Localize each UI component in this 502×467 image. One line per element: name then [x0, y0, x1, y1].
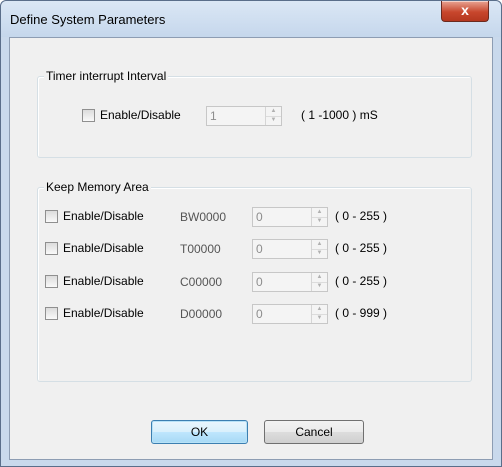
timer-enable-checkbox[interactable]: [82, 109, 95, 122]
spin-down-icon[interactable]: ▼: [266, 116, 281, 125]
c-enable-label: Enable/Disable: [63, 274, 144, 288]
t-range-label: ( 0 - 255 ): [335, 241, 388, 255]
bw-address-label: BW0000: [180, 210, 227, 224]
c-value: 0: [256, 275, 263, 289]
dialog-window: Define System Parameters x Timer interru…: [0, 0, 502, 467]
timer-interval-value: 1: [210, 109, 217, 123]
spin-down-icon[interactable]: ▼: [312, 217, 327, 226]
close-icon: x: [461, 2, 469, 18]
spin-down-icon[interactable]: ▼: [312, 314, 327, 323]
cancel-button[interactable]: Cancel: [264, 420, 364, 444]
d-address-label: D00000: [180, 307, 223, 321]
keep-memory-group: Keep Memory Area Enable/Disable BW0000 0…: [37, 180, 472, 382]
t-enable-checkbox[interactable]: [45, 242, 58, 255]
c-address-label: C00000: [180, 275, 223, 289]
memory-group-legend: Keep Memory Area: [44, 180, 151, 194]
memory-row-t: Enable/Disable T00000 0 ▲ ▼ ( 0 - 255 ): [45, 239, 465, 259]
timer-row: Enable/Disable 1 ▲ ▼ ( 1 -1000 ) mS: [82, 106, 462, 126]
c-enable-checkbox[interactable]: [45, 275, 58, 288]
spin-down-icon[interactable]: ▼: [312, 249, 327, 258]
bw-enable-checkbox[interactable]: [45, 210, 58, 223]
c-range-label: ( 0 - 255 ): [335, 274, 388, 288]
t-address-label: T00000: [180, 242, 221, 256]
t-value: 0: [256, 242, 263, 256]
timer-interval-spinbox[interactable]: 1 ▲ ▼: [206, 106, 282, 126]
dialog-body: Timer interrupt Interval Enable/Disable …: [9, 37, 493, 460]
timer-group-legend: Timer interrupt Interval: [44, 69, 169, 83]
bw-value: 0: [256, 210, 263, 224]
memory-row-d: Enable/Disable D00000 0 ▲ ▼ ( 0 - 999 ): [45, 304, 465, 324]
bw-enable-label: Enable/Disable: [63, 209, 144, 223]
timer-enable-label: Enable/Disable: [100, 108, 181, 122]
window-title: Define System Parameters: [10, 12, 166, 27]
timer-interrupt-group: Timer interrupt Interval Enable/Disable …: [37, 69, 472, 158]
t-value-spinbox[interactable]: 0 ▲ ▼: [252, 239, 328, 259]
d-value-spinbox[interactable]: 0 ▲ ▼: [252, 304, 328, 324]
d-value: 0: [256, 307, 263, 321]
c-value-spinbox[interactable]: 0 ▲ ▼: [252, 272, 328, 292]
d-enable-label: Enable/Disable: [63, 306, 144, 320]
close-button[interactable]: x: [441, 1, 489, 22]
d-range-label: ( 0 - 999 ): [335, 306, 388, 320]
ok-button[interactable]: OK: [151, 420, 248, 444]
title-bar[interactable]: Define System Parameters x: [1, 1, 501, 37]
t-enable-label: Enable/Disable: [63, 241, 144, 255]
spin-down-icon[interactable]: ▼: [312, 282, 327, 291]
timer-range-label: ( 1 -1000 ) mS: [301, 108, 378, 122]
d-enable-checkbox[interactable]: [45, 307, 58, 320]
bw-range-label: ( 0 - 255 ): [335, 209, 388, 223]
memory-row-c: Enable/Disable C00000 0 ▲ ▼ ( 0 - 255 ): [45, 272, 465, 292]
memory-row-bw: Enable/Disable BW0000 0 ▲ ▼ ( 0 - 255 ): [45, 207, 465, 227]
bw-value-spinbox[interactable]: 0 ▲ ▼: [252, 207, 328, 227]
